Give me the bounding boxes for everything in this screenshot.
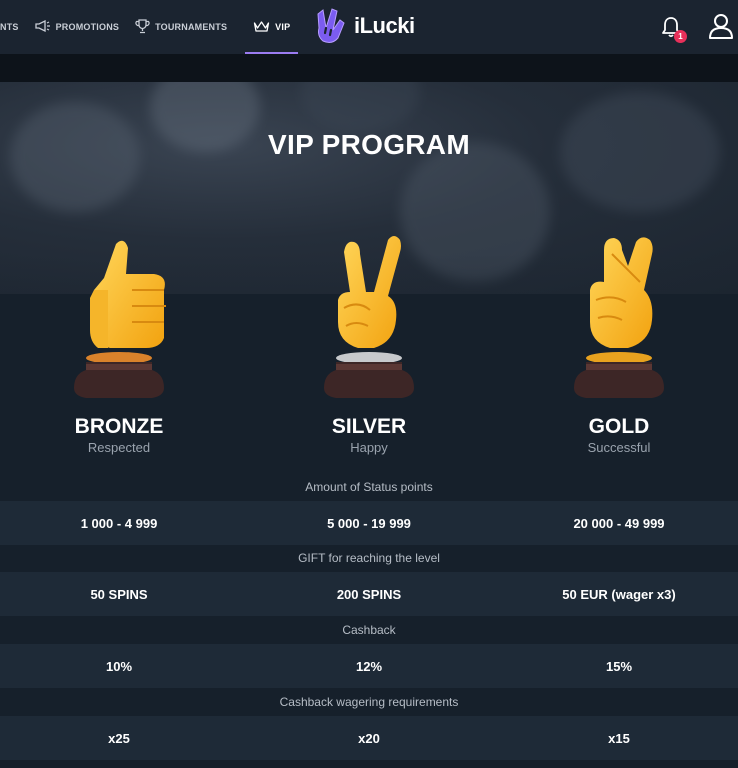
nav-label: PROMOTIONS bbox=[55, 22, 120, 32]
nav-label: VIP bbox=[275, 22, 291, 32]
level-bronze bbox=[54, 230, 184, 400]
table-cell: x15 bbox=[608, 730, 630, 746]
site-logo[interactable]: iLucki bbox=[312, 6, 415, 46]
level-name-silver: SILVER bbox=[331, 415, 407, 438]
page-title: VIP PROGRAM bbox=[268, 129, 470, 160]
table-row: 1 000 - 4 999 5 000 - 19 999 20 000 - 49… bbox=[0, 501, 738, 545]
table-cell: 12% bbox=[355, 658, 383, 674]
section-label-cashback: Cashback bbox=[342, 623, 396, 637]
trophy-icon bbox=[135, 18, 150, 36]
nav-label: TOURNAMENTS bbox=[155, 22, 228, 32]
victory-hand-trophy-icon bbox=[324, 236, 414, 398]
nav-item-vip[interactable]: VIP bbox=[245, 0, 299, 54]
thumbs-up-trophy-icon bbox=[74, 240, 166, 398]
main-nav: NTS PROMOTIONS TOURNAMENTS VIP bbox=[0, 0, 299, 54]
table-cell: 50 SPINS bbox=[90, 586, 148, 602]
crown-icon bbox=[253, 20, 270, 35]
table-cell: x25 bbox=[108, 730, 130, 746]
notification-badge: 1 bbox=[674, 30, 687, 43]
user-account-icon[interactable] bbox=[707, 12, 735, 40]
table-cell: 200 SPINS bbox=[336, 586, 402, 602]
table-cell: 20 000 - 49 999 bbox=[573, 515, 665, 531]
megaphone-icon bbox=[34, 19, 51, 34]
table-cell: 50 EUR (wager x3) bbox=[562, 586, 676, 602]
level-silver bbox=[304, 230, 434, 400]
table-row: 10% 12% 15% bbox=[0, 644, 738, 688]
logo-text: iLucki bbox=[354, 13, 415, 38]
table-cell: 15% bbox=[605, 658, 633, 674]
table-cell: 5 000 - 19 999 bbox=[327, 515, 411, 531]
level-subtitle-silver: Happy bbox=[350, 440, 388, 455]
logo-hand-icon bbox=[317, 8, 345, 43]
section-label-status-points: Amount of Status points bbox=[305, 480, 433, 494]
table-row: x25 x20 x15 bbox=[0, 716, 738, 760]
level-gold bbox=[554, 230, 684, 400]
sub-navigation-bar bbox=[0, 54, 738, 82]
table-cell: 1 000 - 4 999 bbox=[80, 515, 158, 531]
table-cell: x20 bbox=[358, 730, 380, 746]
nav-item-events[interactable]: NTS bbox=[0, 0, 19, 54]
level-name-gold: GOLD bbox=[588, 415, 650, 438]
section-label-gift: GIFT for reaching the level bbox=[298, 551, 440, 565]
level-subtitle-bronze: Respected bbox=[87, 440, 151, 455]
nav-item-tournaments[interactable]: TOURNAMENTS bbox=[135, 0, 227, 54]
nav-item-promotions[interactable]: PROMOTIONS bbox=[34, 0, 120, 54]
top-header: NTS PROMOTIONS TOURNAMENTS VIP iLucki 1 bbox=[0, 0, 738, 54]
level-subtitle-gold: Successful bbox=[587, 440, 651, 455]
table-cell: 10% bbox=[105, 658, 133, 674]
level-name-bronze: BRONZE bbox=[74, 415, 164, 438]
crossed-fingers-trophy-icon bbox=[574, 237, 664, 398]
section-label-cashback-wagering: Cashback wagering requirements bbox=[279, 695, 459, 709]
table-row: 50 SPINS 200 SPINS 50 EUR (wager x3) bbox=[0, 572, 738, 616]
nav-label: NTS bbox=[0, 22, 19, 32]
